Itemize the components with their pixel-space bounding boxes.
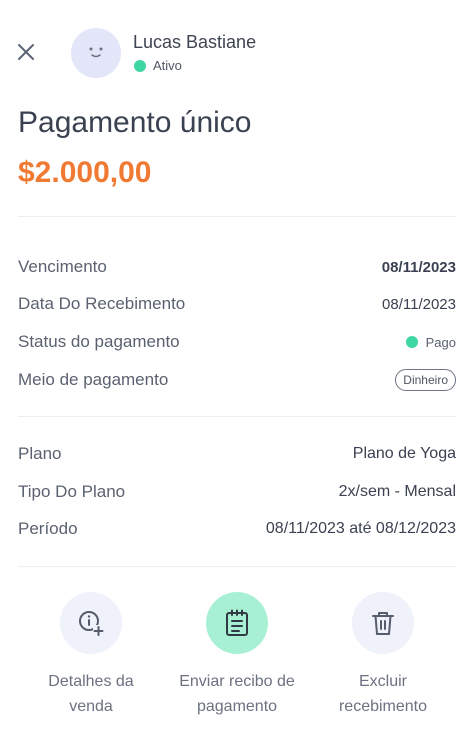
row-due-date: Vencimento 08/11/2023 [18, 255, 456, 279]
user-name: Lucas Bastiane [133, 32, 257, 52]
payment-method-badge: Dinheiro [395, 369, 456, 391]
status-badge-label: Pago [425, 334, 456, 350]
label-line: Detalhes da [48, 673, 134, 690]
row-value: Plano de Yoga [352, 445, 456, 462]
header: Lucas Bastiane Ativo [0, 0, 476, 106]
row-plan-type: Tipo Do Plano 2x/sem - Mensal [18, 480, 456, 504]
row-received-date: Data Do Recebimento 08/11/2023 [18, 292, 456, 316]
sale-details-button[interactable]: Detalhes da venda [16, 592, 166, 719]
label-line: Excluir [358, 673, 407, 690]
send-receipt-label: Enviar recibo de pagamento [179, 669, 295, 719]
status-badge: Pago [405, 334, 456, 350]
payment-amount: $2.000,00 [18, 156, 152, 189]
row-label: Tipo Do Plano [18, 482, 126, 501]
sale-details-label: Detalhes da venda [48, 669, 133, 719]
row-value: 08/11/2023 [382, 295, 456, 313]
divider [18, 566, 456, 567]
row-label: Meio de pagamento [18, 370, 169, 389]
row-payment-status: Status do pagamento Pago [18, 330, 456, 354]
row-label: Data Do Recebimento [18, 294, 186, 313]
delete-icon-circle[interactable] [352, 592, 414, 654]
send-receipt-button[interactable]: Enviar recibo de pagamento [162, 592, 312, 719]
label-line: recebimento [338, 698, 428, 715]
info-plus-icon [79, 611, 104, 636]
user-status: Ativo [134, 58, 182, 73]
send-receipt-icon-circle[interactable] [206, 592, 268, 654]
row-label: Período [18, 519, 78, 538]
row-value: 08/11/2023 [381, 258, 456, 276]
action-bar: Detalhes da venda Enviar recibo de pagam… [0, 592, 476, 732]
row-label: Vencimento [18, 257, 107, 276]
user-status-label: Ativo [153, 58, 182, 73]
divider [18, 416, 456, 417]
label-line: Enviar recibo de [179, 673, 295, 690]
smiley-face-icon [89, 47, 103, 58]
delete-label: Excluir recebimento [339, 669, 427, 719]
page-title: Pagamento único [18, 106, 252, 139]
sale-details-icon-circle[interactable] [60, 592, 122, 654]
close-button[interactable] [14, 40, 38, 64]
row-value: 2x/sem - Mensal [338, 483, 456, 500]
row-plan: Plano Plano de Yoga [18, 442, 456, 466]
divider [18, 216, 456, 217]
label-line: pagamento [196, 698, 278, 715]
delete-receipt-button[interactable]: Excluir recebimento [308, 592, 458, 719]
receipt-icon [226, 609, 248, 636]
status-dot-icon [134, 59, 146, 72]
row-label: Plano [18, 444, 62, 463]
close-icon [18, 44, 34, 60]
row-period: Período 08/11/2023 até 08/12/2023 [18, 517, 456, 541]
row-value: 08/11/2023 até 08/12/2023 [265, 520, 456, 537]
label-line: venda [69, 698, 113, 715]
row-label: Status do pagamento [18, 332, 180, 351]
status-dot-icon [405, 336, 418, 348]
avatar [71, 28, 121, 78]
row-payment-method: Meio de pagamento Dinheiro [18, 368, 456, 392]
trash-icon [372, 612, 394, 635]
